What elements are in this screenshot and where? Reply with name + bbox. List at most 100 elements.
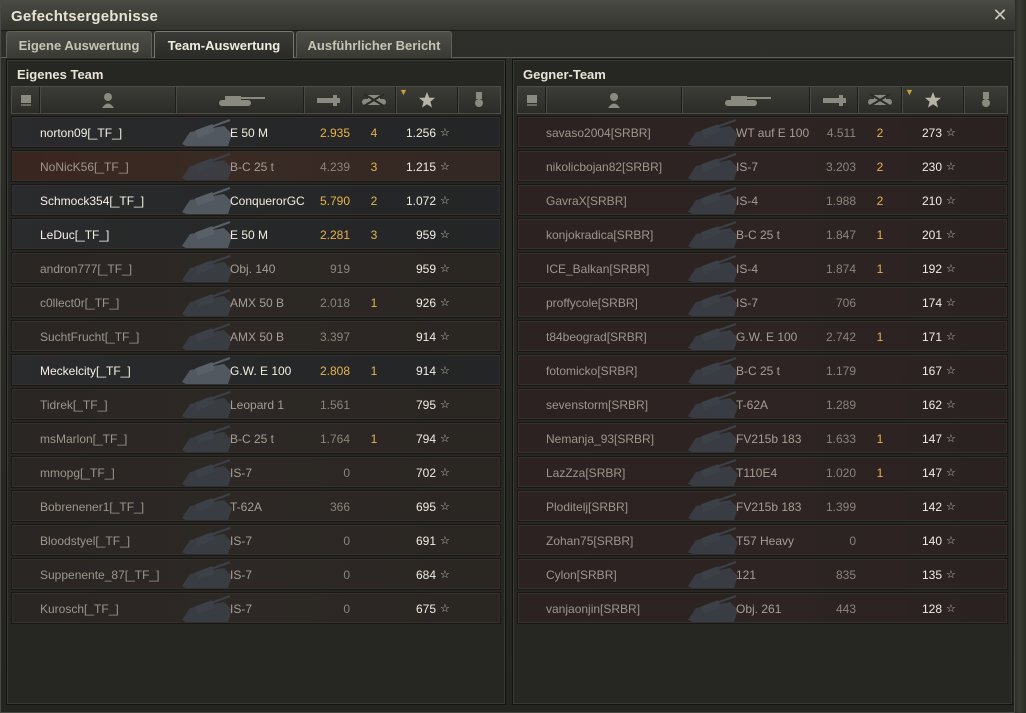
damage-icon[interactable]: [304, 87, 352, 113]
battle-results-window: Gefechtsergebnisse ✕ Eigene Auswertung T…: [0, 0, 1016, 713]
medal-icon[interactable]: [458, 87, 500, 113]
platoon-icon[interactable]: [518, 87, 546, 113]
xp-star-icon[interactable]: ▼: [902, 87, 964, 113]
player-row[interactable]: Zohan75[SRBR] T57 Heavy 0 140 ☆: [517, 524, 1008, 556]
xp-star-icon: ☆: [440, 501, 450, 513]
player-row[interactable]: Bobrenener1[_TF_] T-62A 366 695 ☆: [11, 490, 501, 522]
tab-team-evaluation[interactable]: Team-Auswertung: [154, 31, 294, 58]
player-row[interactable]: msMarlon[_TF_] B-C 25 t 1.764 1 794 ☆: [11, 422, 501, 454]
kills-value: [364, 253, 384, 285]
tab-bar: Eigene Auswertung Team-Auswertung Ausfüh…: [1, 31, 1016, 58]
tank-icon[interactable]: [176, 87, 304, 113]
player-row[interactable]: Ploditelj[SRBR] FV215b 183 1.399 142 ☆: [517, 490, 1008, 522]
xp-star-icon: ☆: [440, 365, 450, 377]
player-name: norton09[_TF_]: [40, 126, 123, 140]
tank-thumbnail: [686, 254, 740, 284]
player-row[interactable]: SuchtFrucht[_TF_] AMX 50 B 3.397 914 ☆: [11, 320, 501, 352]
player-row[interactable]: GavraX[SRBR] IS-4 1.988 2 210 ☆: [517, 184, 1008, 216]
player-row[interactable]: Bloodstyel[_TF_] IS-7 0 691 ☆: [11, 524, 501, 556]
tank-thumbnail: [180, 322, 234, 352]
kills-value: 2: [876, 126, 884, 140]
player-row[interactable]: Nemanja_93[SRBR] FV215b 183 1.633 1 147 ☆: [517, 422, 1008, 454]
tank-icon[interactable]: [682, 87, 810, 113]
player-row[interactable]: Cylon[SRBR] 121 835 135 ☆: [517, 558, 1008, 590]
tank-thumbnail: [686, 186, 740, 216]
player-row[interactable]: norton09[_TF_] E 50 M 2.935 4 1.256 ☆: [11, 116, 501, 148]
damage-value: 1.874: [825, 262, 856, 276]
tab-detailed-report[interactable]: Ausführlicher Bericht: [296, 31, 452, 58]
player-row[interactable]: Tidrek[_TF_] Leopard 1 1.561 795 ☆: [11, 388, 501, 420]
player-name: msMarlon[_TF_]: [40, 432, 128, 446]
xp-star-icon: ☆: [946, 331, 956, 343]
close-icon[interactable]: ✕: [990, 5, 1010, 25]
player-row[interactable]: Schmock354[_TF_] ConquerorGC 5.790 2 1.072 ☆: [11, 184, 501, 216]
damage-value: 1.179: [825, 364, 856, 378]
kills-value: [870, 559, 890, 591]
player-row[interactable]: NoNicK56[_TF_] B-C 25 t 4.239 3 1.215 ☆: [11, 150, 501, 182]
kills-icon[interactable]: [858, 87, 902, 113]
tank-name: IS-4: [736, 262, 759, 276]
tank-name: T-62A: [736, 398, 769, 412]
kills-value: 1: [370, 296, 378, 310]
player-row[interactable]: t84beograd[SRBR] G.W. E 100 2.742 1 171 ☆: [517, 320, 1008, 352]
tank-thumbnail: [686, 390, 740, 420]
player-row[interactable]: sevenstorm[SRBR] T-62A 1.289 162 ☆: [517, 388, 1008, 420]
player-row[interactable]: mmopg[_TF_] IS-7 0 702 ☆: [11, 456, 501, 488]
player-row[interactable]: savaso2004[SRBR] WT auf E 100 4.511 2 273 ☆: [517, 116, 1008, 148]
player-name: Zohan75[SRBR]: [546, 534, 634, 548]
player-row[interactable]: proffycole[SRBR] IS-7 706 174 ☆: [517, 286, 1008, 318]
xp-star-icon: ☆: [946, 161, 956, 173]
player-row[interactable]: vanjaonjin[SRBR] Obj. 261 443 128 ☆: [517, 592, 1008, 624]
kills-icon[interactable]: [352, 87, 396, 113]
kills-value: [364, 321, 384, 353]
xp-star-icon: ☆: [946, 501, 956, 513]
damage-icon[interactable]: [810, 87, 858, 113]
xp-value: 675: [415, 602, 436, 616]
player-row[interactable]: Suppenente_87[_TF_] IS-7 0 684 ☆: [11, 558, 501, 590]
tank-thumbnail: [686, 322, 740, 352]
tank-name: IS-4: [736, 194, 759, 208]
xp-star-icon: ☆: [946, 603, 956, 615]
player-row[interactable]: andron777[_TF_] Obj. 140 919 959 ☆: [11, 252, 501, 284]
player-row[interactable]: ICE_Balkan[SRBR] IS-4 1.874 1 192 ☆: [517, 252, 1008, 284]
tank-name: T-62A: [230, 500, 263, 514]
player-row[interactable]: fotomicko[SRBR] B-C 25 t 1.179 167 ☆: [517, 354, 1008, 386]
player-row[interactable]: Meckelcity[_TF_] G.W. E 100 2.808 1 914 ☆: [11, 354, 501, 386]
enemy-team-list: savaso2004[SRBR] WT auf E 100 4.511 2 273 ☆ ni…: [517, 116, 1008, 626]
player-name: Bobrenener1[_TF_]: [40, 500, 145, 514]
player-row[interactable]: Kurosch[_TF_] IS-7 0 675 ☆: [11, 592, 501, 624]
damage-value: 366: [329, 500, 350, 514]
kills-value: [870, 525, 890, 557]
player-row[interactable]: nikolicbojan82[SRBR] IS-7 3.203 2 230 ☆: [517, 150, 1008, 182]
medal-icon[interactable]: [964, 87, 1007, 113]
player-row[interactable]: LeDuc[_TF_] E 50 M 2.281 3 959 ☆: [11, 218, 501, 250]
xp-star-icon: ☆: [440, 263, 450, 275]
player-icon[interactable]: [546, 87, 682, 113]
damage-value: 2.935: [319, 126, 350, 140]
kills-value: [870, 593, 890, 625]
xp-value: 167: [921, 364, 942, 378]
xp-value: 691: [415, 534, 436, 548]
damage-value: 919: [329, 262, 350, 276]
kills-value: [364, 559, 384, 591]
player-icon[interactable]: [40, 87, 176, 113]
tank-thumbnail: [686, 492, 740, 522]
player-name: andron777[_TF_]: [40, 262, 133, 276]
kills-value: 2: [876, 160, 884, 174]
player-row[interactable]: konjokradica[SRBR] B-C 25 t 1.847 1 201 ☆: [517, 218, 1008, 250]
tank-thumbnail: [180, 118, 234, 148]
player-name: Cylon[SRBR]: [546, 568, 617, 582]
tab-own-evaluation[interactable]: Eigene Auswertung: [6, 31, 152, 58]
player-row[interactable]: LazZza[SRBR] T110E4 1.020 1 147 ☆: [517, 456, 1008, 488]
xp-value: 1.215: [405, 160, 436, 174]
platoon-icon[interactable]: [12, 87, 40, 113]
player-row[interactable]: c0llect0r[_TF_] AMX 50 B 2.018 1 926 ☆: [11, 286, 501, 318]
player-name: Tidrek[_TF_]: [40, 398, 108, 412]
tank-thumbnail: [180, 152, 234, 182]
player-name: Suppenente_87[_TF_]: [40, 568, 160, 582]
tank-thumbnail: [686, 288, 740, 318]
background-edge: [1015, 0, 1026, 713]
xp-star-icon: ☆: [440, 161, 450, 173]
xp-star-icon[interactable]: ▼: [396, 87, 458, 113]
player-name: savaso2004[SRBR]: [546, 126, 651, 140]
